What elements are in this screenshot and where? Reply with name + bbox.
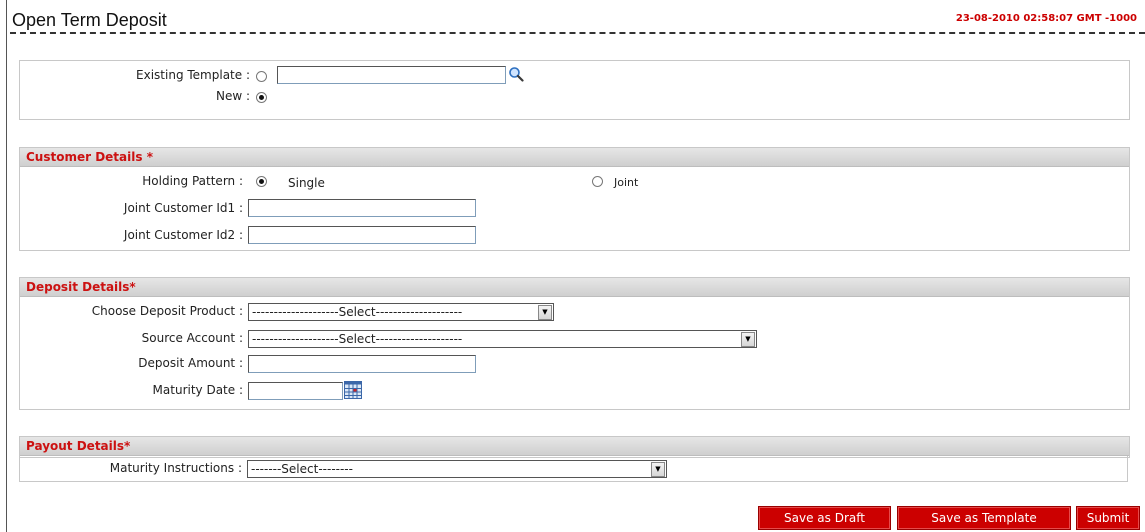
new-radio[interactable] — [256, 92, 267, 103]
deposit-details-panel: Deposit Details* Choose Deposit Product … — [19, 277, 1130, 410]
deposit-product-label: Choose Deposit Product : — [91, 304, 243, 318]
title-divider — [10, 32, 1145, 34]
joint-customer-id1-input[interactable] — [248, 199, 476, 217]
customer-details-heading: Customer Details * — [20, 148, 1129, 167]
new-label: New : — [215, 89, 250, 103]
deposit-product-select[interactable]: --------------------Select--------------… — [248, 303, 554, 321]
chevron-down-icon[interactable]: ▼ — [741, 332, 755, 347]
customer-details-panel: Customer Details * Holding Pattern : Sin… — [19, 147, 1130, 251]
existing-template-label: Existing Template : — [136, 68, 250, 82]
payout-details-panel: Payout Details* — [19, 436, 1130, 458]
source-account-select[interactable]: --------------------Select--------------… — [248, 330, 757, 348]
joint-customer-id1-label: Joint Customer Id1 : — [123, 201, 243, 215]
joint-customer-id2-label: Joint Customer Id2 : — [123, 228, 243, 242]
existing-template-radio[interactable] — [256, 71, 267, 82]
deposit-product-value: --------------------Select--------------… — [252, 305, 463, 319]
joint-radio[interactable] — [592, 176, 603, 187]
template-selection-panel: Existing Template : New : — [19, 60, 1130, 120]
single-label: Single — [288, 176, 325, 190]
holding-pattern-label: Holding Pattern : — [142, 174, 243, 188]
single-radio[interactable] — [256, 176, 267, 187]
source-account-value: --------------------Select--------------… — [252, 332, 463, 346]
submit-button[interactable]: Submit — [1076, 506, 1140, 530]
required-mark: * — [146, 150, 153, 164]
chevron-down-icon[interactable]: ▼ — [538, 305, 552, 320]
deposit-details-heading: Deposit Details* — [20, 278, 1129, 297]
deposit-amount-input[interactable] — [248, 355, 476, 373]
payout-details-body — [19, 456, 1128, 482]
page-title: Open Term Deposit — [12, 10, 167, 30]
joint-customer-id2-input[interactable] — [248, 226, 476, 244]
maturity-date-input[interactable] — [248, 382, 343, 400]
joint-label: Joint — [614, 176, 639, 189]
timestamp: 23-08-2010 02:58:07 GMT -1000 — [955, 13, 1137, 24]
save-as-draft-button[interactable]: Save as Draft — [758, 506, 891, 530]
source-account-label: Source Account : — [141, 331, 243, 345]
calendar-icon[interactable] — [344, 381, 362, 399]
maturity-date-label: Maturity Date : — [152, 383, 243, 397]
payout-details-heading: Payout Details* — [20, 437, 1129, 456]
existing-template-input[interactable] — [277, 66, 506, 84]
customer-details-title: Customer Details — [26, 150, 143, 164]
deposit-amount-label: Deposit Amount : — [138, 356, 243, 370]
save-as-template-button[interactable]: Save as Template — [897, 506, 1071, 530]
search-icon[interactable] — [508, 66, 524, 82]
